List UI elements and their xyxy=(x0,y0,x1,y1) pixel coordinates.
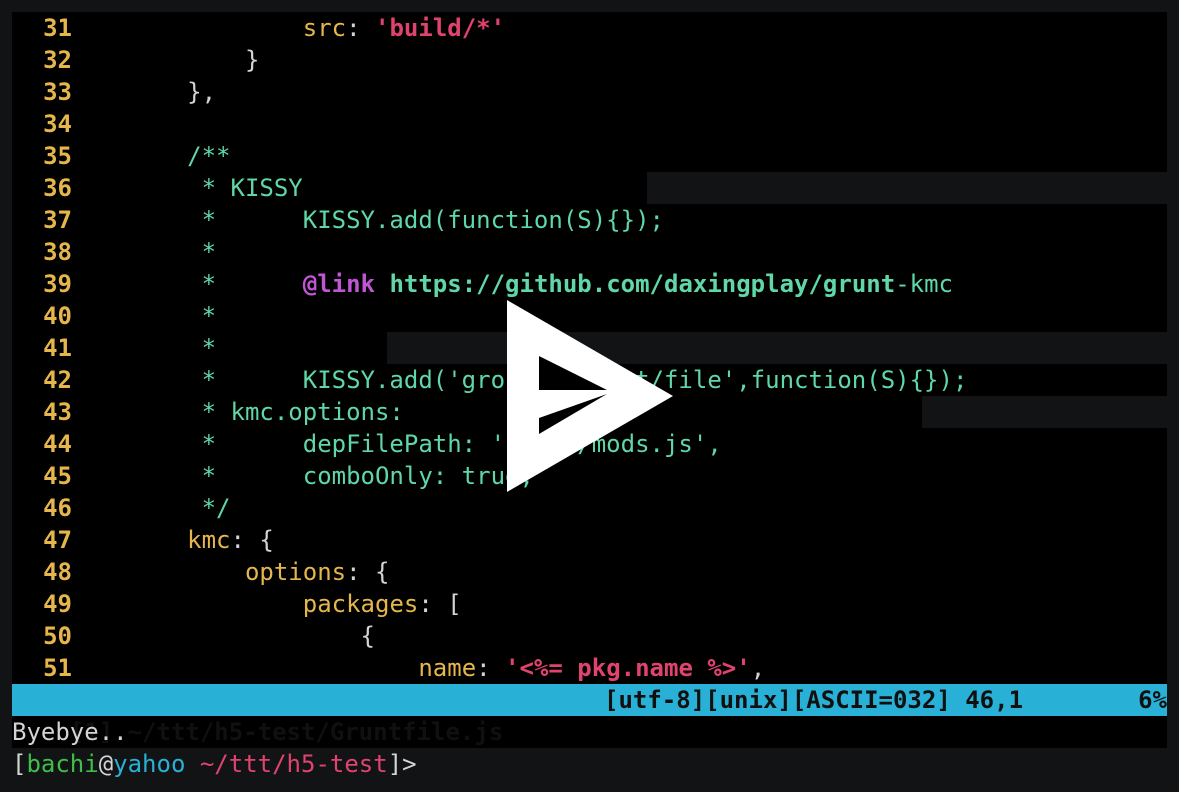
line-number: 37 xyxy=(43,206,72,234)
line-number: 40 xyxy=(43,302,72,330)
code-token: https://github.com/daxingplay/grunt xyxy=(389,270,896,298)
code-line: 34 xyxy=(12,108,86,140)
code-line: 48 options: { xyxy=(12,556,389,588)
code-line: 45 * comboOnly: true, xyxy=(12,460,534,492)
prompt-user: bachi xyxy=(26,750,99,778)
line-number: 43 xyxy=(43,398,72,426)
code-line: 38 * xyxy=(12,236,216,268)
code-line: 40 * xyxy=(12,300,216,332)
code-token: kmc xyxy=(187,526,231,554)
line-number: 36 xyxy=(43,174,72,202)
line-number: 48 xyxy=(43,558,72,586)
code-token: * kmc.options: xyxy=(86,398,404,426)
line-number: 35 xyxy=(43,142,72,170)
line-number: 49 xyxy=(43,590,72,618)
code-line: 41 * xyxy=(12,332,216,364)
code-token: : { xyxy=(230,526,274,554)
code-line: 43 * kmc.options: xyxy=(12,396,404,428)
code-token: -kmc xyxy=(895,270,953,298)
code-token: * xyxy=(86,238,217,266)
code-line: 42 * KISSY.add('group/project/file',func… xyxy=(12,364,967,396)
shell-prompt[interactable]: [bachi@yahoo ~/ttt/h5-test]> xyxy=(12,748,417,780)
code-line: 35 /** xyxy=(12,140,231,172)
code-token: : { xyxy=(346,558,390,586)
code-token: * KISSY.add(function(S){}); xyxy=(86,206,664,234)
highlight-band xyxy=(647,172,1167,204)
code-token: : [ xyxy=(418,590,462,618)
line-number: 34 xyxy=(43,110,72,138)
line-number: 45 xyxy=(43,462,72,490)
code-token: 'build/*' xyxy=(375,14,506,42)
prompt-host: yahoo xyxy=(113,750,186,778)
play-icon[interactable] xyxy=(505,298,675,494)
code-line: 33 }, xyxy=(12,76,216,108)
code-line: 50 { xyxy=(12,620,375,652)
code-token: * xyxy=(86,334,217,362)
code-token: * KISSY xyxy=(86,174,303,202)
command-message: Byebye.. xyxy=(12,718,128,746)
highlight-band xyxy=(922,396,1167,428)
line-number: 51 xyxy=(43,654,72,682)
line-number: 31 xyxy=(43,14,72,42)
code-token: @link xyxy=(302,270,375,298)
prompt-open: [ xyxy=(12,750,27,778)
code-token: options xyxy=(244,558,347,586)
status-bar: [1] ~/ttt/h5-test/Gruntfile.js [utf-8][u… xyxy=(12,684,1167,746)
line-number: 39 xyxy=(43,270,72,298)
code-token: : xyxy=(346,14,376,42)
code-line: 49 packages: [ xyxy=(12,588,462,620)
code-token: } xyxy=(86,46,260,74)
code-token: name xyxy=(418,654,477,682)
code-token: { xyxy=(86,622,375,650)
code-line: 37 * KISSY.add(function(S){}); xyxy=(12,204,664,236)
status-percent: 6% xyxy=(1138,686,1167,714)
code-line: 36 * KISSY xyxy=(12,172,303,204)
status-info: [utf-8][unix][ASCII=032] 46,1 xyxy=(604,686,1024,714)
highlight-band xyxy=(387,332,1167,364)
prompt-path: ~/ttt/h5-test xyxy=(185,750,388,778)
prompt-close: ]> xyxy=(387,750,417,778)
prompt-at: @ xyxy=(98,750,114,778)
line-number: 32 xyxy=(43,46,72,74)
line-number: 44 xyxy=(43,430,72,458)
code-line: 32 } xyxy=(12,44,259,76)
line-number: 50 xyxy=(43,622,72,650)
line-number: 42 xyxy=(43,366,72,394)
line-number: 33 xyxy=(43,78,72,106)
code-token: src xyxy=(302,14,347,42)
line-number: 46 xyxy=(43,494,72,522)
line-number: 47 xyxy=(43,526,72,554)
code-token: * xyxy=(86,302,217,330)
code-line: 51 name: '<%= pkg.name %>', xyxy=(12,652,765,684)
code-token: , xyxy=(750,654,766,682)
code-token: packages xyxy=(302,590,419,618)
code-token: }, xyxy=(86,78,217,106)
status-file: [1] ~/ttt/h5-test/Gruntfile.js xyxy=(69,718,504,746)
code-token: * xyxy=(86,270,303,298)
code-line: 47 kmc: { xyxy=(12,524,274,556)
code-token: * comboOnly: true, xyxy=(86,462,534,490)
code-token: : xyxy=(476,654,506,682)
code-token: '<%= pkg.name %>' xyxy=(505,654,751,682)
code-line: 31 src: 'build/*' xyxy=(12,12,505,44)
code-token: */ xyxy=(86,494,231,522)
line-number: 41 xyxy=(43,334,72,362)
code-token: /** xyxy=(86,142,231,170)
code-line: 46 */ xyxy=(12,492,231,524)
code-line: 39 * @link https://github.com/daxingplay… xyxy=(12,268,953,300)
line-number: 38 xyxy=(43,238,72,266)
